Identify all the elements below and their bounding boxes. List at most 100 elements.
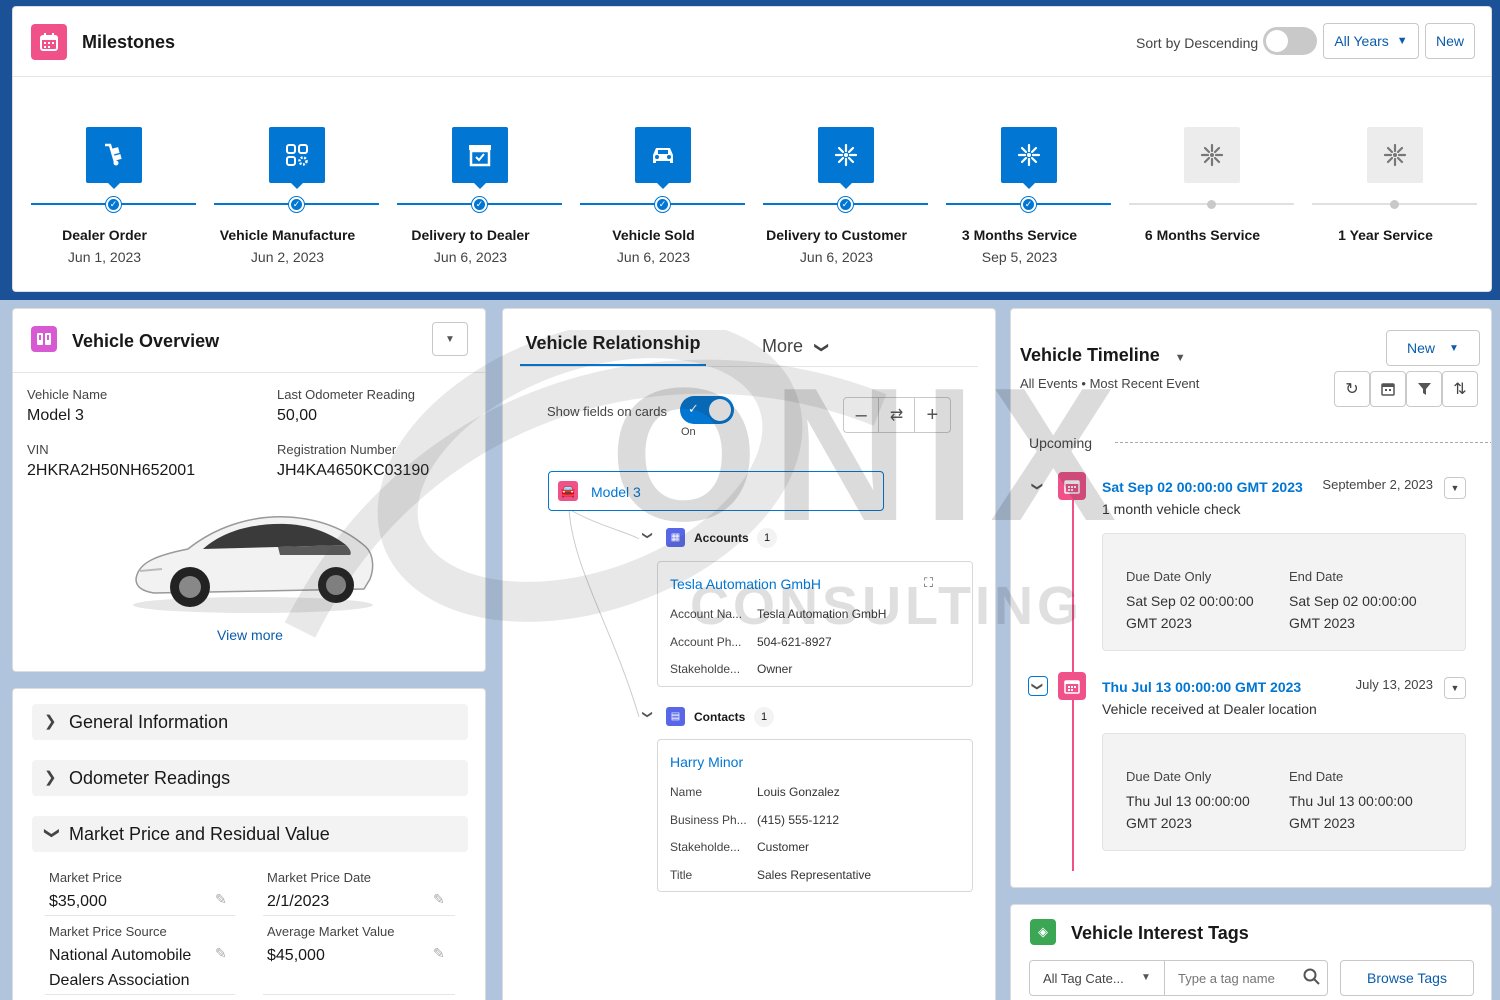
milestone-label: Vehicle Manufacture (219, 227, 356, 243)
timeline-subtitle: All Events • Most Recent Event (1020, 376, 1200, 391)
market-price-source-label: Market Price Source (49, 924, 167, 939)
section-title: Market Price and Residual Value (69, 824, 330, 844)
milestone-label: 1 Year Service (1338, 227, 1433, 243)
end-date-value-cont: GMT 2023 (1289, 815, 1355, 831)
field-value: Tesla Automation GmbH (757, 607, 887, 621)
end-date-label: End Date (1289, 569, 1344, 584)
caret-down-icon: ▼ (1450, 683, 1460, 693)
pencil-icon[interactable]: ✎ (215, 945, 227, 962)
browse-tags-button[interactable]: Browse Tags (1340, 960, 1474, 996)
event-menu-button[interactable]: ▼ (1444, 677, 1466, 699)
account-card-title[interactable]: Tesla Automation GmbH (670, 576, 821, 592)
pencil-icon[interactable]: ✎ (433, 945, 445, 962)
milestone-step[interactable]: ✓ Vehicle Manufacture Jun 2, 2023 (196, 127, 379, 277)
all-years-label: All Years (1334, 33, 1389, 49)
sparkle-icon (1200, 143, 1224, 167)
milestone-step[interactable]: ✓ Delivery to Dealer Jun 6, 2023 (379, 127, 562, 277)
sort-icon[interactable]: ⇅ (1442, 371, 1478, 407)
milestone-icon-tile (635, 127, 691, 183)
milestone-date: Jun 6, 2023 (433, 249, 508, 265)
milestone-step[interactable]: ✓ Delivery to Customer Jun 6, 2023 (745, 127, 928, 277)
vehicle-timeline-card: Vehicle Timeline ▼ All Events • Most Rec… (1010, 308, 1492, 888)
event-date: September 2, 2023 (1322, 477, 1433, 492)
milestone-step[interactable]: 6 Months Service (1111, 127, 1294, 277)
refresh-icon[interactable]: ↻ (1334, 371, 1370, 407)
timeline-title[interactable]: Vehicle Timeline ▼ (1020, 345, 1186, 366)
field-label: Business Ph... (670, 812, 747, 827)
end-date-value: Thu Jul 13 00:00:00 (1289, 793, 1413, 809)
end-date-value: Sat Sep 02 00:00:00 (1289, 593, 1417, 609)
event-title-link[interactable]: Sat Sep 02 00:00:00 GMT 2023 (1102, 479, 1303, 495)
milestones-title: Milestones (82, 32, 176, 52)
all-years-button[interactable]: All Years ▼ (1323, 23, 1419, 59)
vin-label: VIN (27, 442, 49, 457)
end-date-value-cont: GMT 2023 (1289, 615, 1355, 631)
vehicle-image (133, 516, 374, 613)
milestone-pointer (108, 183, 120, 189)
milestone-label: 3 Months Service (961, 227, 1078, 243)
contacts-count-badge: 1 (754, 707, 774, 727)
market-price-date-label: Market Price Date (267, 870, 372, 885)
chevron-down-icon[interactable]: ❯ (1028, 676, 1048, 696)
caret-down-icon: ▼ (1449, 342, 1459, 354)
check-icon: ✓ (472, 197, 487, 212)
chevron-down-icon[interactable]: ❯ (642, 710, 653, 718)
section-market-price[interactable]: ❯ Market Price and Residual Value (32, 816, 468, 852)
milestone-step[interactable]: ✓ 3 Months Service Sep 5, 2023 (928, 127, 1111, 277)
section-general-information[interactable]: ❯ General Information (32, 704, 468, 740)
pencil-icon[interactable]: ✎ (433, 891, 445, 908)
milestone-step[interactable]: 1 Year Service (1294, 127, 1477, 277)
milestones-new-button[interactable]: New (1425, 23, 1475, 59)
milestone-icon-tile (1367, 127, 1423, 183)
root-node-model-3[interactable]: 🚘 Model 3 (548, 471, 884, 511)
milestone-date: Jun 1, 2023 (67, 249, 142, 265)
calendar-icon[interactable] (1370, 371, 1406, 407)
overview-menu-button[interactable]: ▼ (432, 322, 468, 356)
filter-icon[interactable] (1406, 371, 1442, 407)
tag-search-input[interactable] (1166, 962, 1296, 994)
field-label: Account Na... (670, 607, 743, 621)
upcoming-divider (1115, 442, 1491, 443)
event-title-link[interactable]: Thu Jul 13 00:00:00 GMT 2023 (1102, 679, 1301, 695)
tag-category-select[interactable]: All Tag Cate... ▼ (1029, 960, 1165, 996)
event-description: 1 month vehicle check (1102, 501, 1241, 517)
contact-card: Harry Minor Name Louis Gonzalez Business P… (657, 739, 973, 892)
milestone-step[interactable]: ✓ Vehicle Sold Jun 6, 2023 (562, 127, 745, 277)
upcoming-label: Upcoming (1029, 435, 1093, 451)
overview-icon (31, 326, 57, 352)
caret-down-icon: ▼ (1396, 35, 1408, 47)
event-description: Vehicle received at Dealer location (1102, 701, 1317, 717)
pencil-icon[interactable]: ✎ (215, 891, 227, 908)
field-label: Account Ph... (670, 634, 742, 649)
event-date: July 13, 2023 (1355, 677, 1433, 692)
field-value: Sales Representative (757, 867, 872, 882)
chevron-down-icon[interactable]: ❯ (1028, 476, 1048, 496)
odometer-value: 50,00 (277, 407, 318, 424)
contact-card-title[interactable]: Harry Minor (670, 754, 743, 770)
root-node-label: Model 3 (591, 484, 641, 500)
vehicle-name-label: Vehicle Name (27, 387, 108, 402)
divider (45, 915, 235, 916)
search-icon[interactable] (1303, 968, 1321, 991)
milestone-label: Delivery to Customer (766, 227, 907, 243)
car-icon (650, 142, 676, 168)
milestone-icon-tile (818, 127, 874, 183)
timeline-new-button[interactable]: New ▼ (1386, 330, 1480, 366)
chevron-right-icon: ❯ (44, 769, 57, 786)
milestone-icon-tile (86, 127, 142, 183)
view-more-link[interactable]: View more (13, 627, 485, 643)
accounts-icon: ▦ (666, 528, 685, 547)
contacts-icon: ▤ (666, 707, 685, 726)
check-icon: ✓ (289, 197, 304, 212)
average-market-value: $45,000 (267, 947, 325, 964)
chevron-down-icon[interactable]: ❯ (642, 531, 653, 539)
car-icon: 🚘 (558, 481, 578, 501)
hierarchy-icon[interactable]: ⛶ (924, 575, 933, 591)
event-menu-button[interactable]: ▼ (1444, 477, 1466, 499)
section-odometer-readings[interactable]: ❯ Odometer Readings (32, 760, 468, 796)
milestone-pointer (840, 183, 852, 189)
field-value: Louis Gonzalez (757, 785, 840, 799)
milestone-step[interactable]: ✓ Dealer Order Jun 1, 2023 (13, 127, 196, 277)
due-date-value: Sat Sep 02 00:00:00 (1126, 593, 1254, 609)
sort-descending-toggle[interactable] (1263, 27, 1317, 55)
